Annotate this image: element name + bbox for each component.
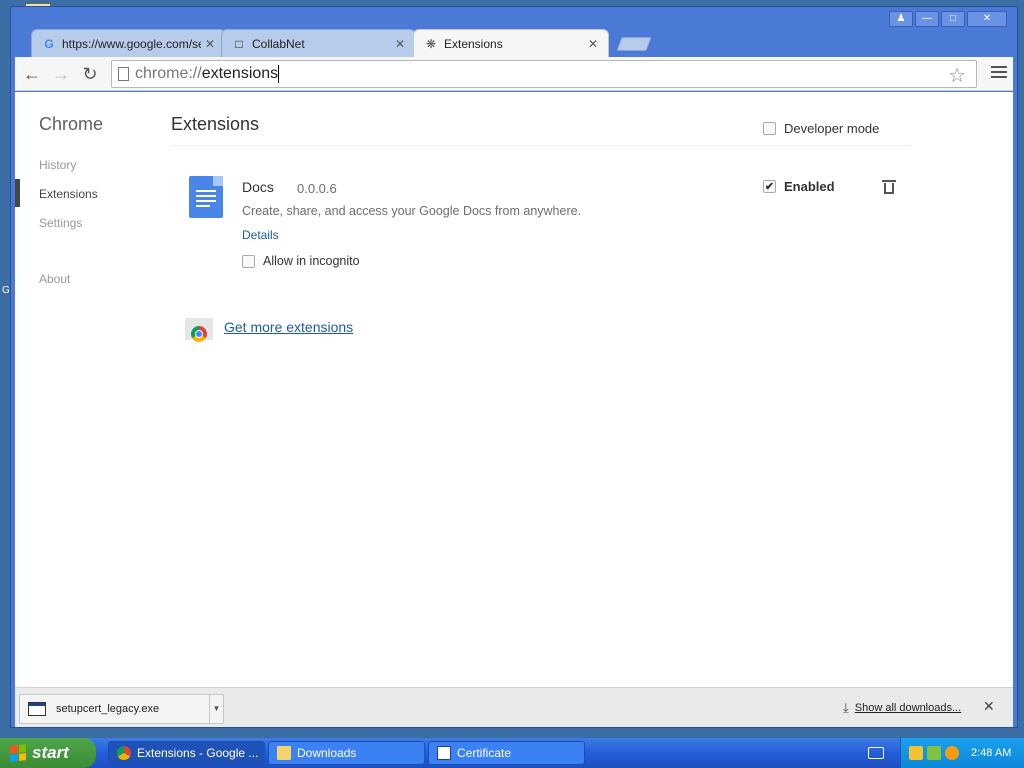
get-more-extensions-link[interactable]: Get more extensions (224, 319, 353, 335)
tab-title: Extensions (444, 36, 503, 51)
sidebar-item-extensions[interactable]: Extensions (39, 187, 98, 201)
download-shelf: setupcert_legacy.exe ▼ ⤓ Show all downlo… (15, 687, 1013, 727)
close-icon[interactable]: ✕ (983, 698, 995, 715)
sidebar-item-history[interactable]: History (39, 158, 76, 172)
extension-description: Create, share, and access your Google Do… (242, 204, 582, 218)
tab-extensions[interactable]: ❋ Extensions ✕ (413, 29, 609, 57)
chrome-window: ♟ — □ ✕ G https://www.google.com/se ✕ □ … (10, 6, 1018, 728)
taskbar-button-label: Extensions - Google ... (137, 746, 259, 760)
extensions-main: Extensions Developer mode Docs 0.0.0.6 C… (171, 92, 911, 687)
enabled-toggle[interactable]: ✔ Enabled (763, 179, 835, 194)
download-item[interactable]: setupcert_legacy.exe ▼ (19, 694, 224, 724)
window-controls: ♟ — □ ✕ (889, 11, 1007, 27)
developer-mode-toggle[interactable]: Developer mode (763, 121, 879, 136)
sidebar-item-settings[interactable]: Settings (39, 216, 82, 230)
close-button[interactable]: ✕ (967, 11, 1007, 27)
extension-details-link[interactable]: Details (242, 228, 279, 242)
new-tab-button[interactable] (616, 37, 652, 51)
allow-incognito-checkbox[interactable] (242, 254, 255, 268)
chrome-icon (117, 746, 131, 760)
download-icon: ⤓ (843, 700, 849, 715)
system-tray: 2:48 AM (900, 738, 1024, 768)
developer-mode-checkbox[interactable] (763, 122, 776, 135)
taskbar-button-label: Certificate (457, 746, 512, 760)
developer-mode-label: Developer mode (784, 121, 880, 136)
enabled-checkbox[interactable]: ✔ (763, 180, 776, 193)
sidebar: Chrome History Extensions Settings About (15, 92, 165, 687)
window-icon (437, 746, 451, 760)
page-icon (118, 67, 129, 81)
start-label: start (32, 743, 69, 762)
tab-strip: G https://www.google.com/se ✕ □ CollabNe… (21, 27, 721, 57)
user-icon[interactable]: ♟ (889, 11, 913, 27)
close-icon[interactable]: ✕ (395, 37, 405, 51)
forward-icon[interactable]: → (50, 64, 72, 86)
enabled-label: Enabled (784, 179, 835, 194)
trash-icon[interactable] (882, 179, 896, 195)
tab-title: CollabNet (252, 36, 305, 51)
taskbar-button-certificate[interactable]: Certificate (428, 741, 585, 765)
extension-item: Docs 0.0.0.6 Create, share, and access y… (185, 172, 905, 272)
web-store-icon (185, 314, 213, 342)
taskbar-button-downloads[interactable]: Downloads (268, 741, 425, 765)
taskbar: start Extensions - Google ... Downloads … (0, 738, 1024, 768)
page-content: Chrome History Extensions Settings About… (15, 92, 1013, 687)
close-icon[interactable]: ✕ (205, 37, 215, 51)
reload-icon[interactable]: ↻ (79, 64, 101, 86)
tab-title: https://www.google.com/se (62, 36, 201, 51)
taskbar-button-label: Downloads (297, 746, 357, 760)
shield-icon[interactable] (909, 746, 923, 760)
tab-collabnet[interactable]: □ CollabNet ✕ (221, 29, 416, 57)
allow-incognito-label: Allow in incognito (263, 254, 360, 268)
maximize-button[interactable]: □ (941, 11, 965, 27)
sidebar-item-about[interactable]: About (39, 272, 70, 286)
extension-version: 0.0.0.6 (297, 181, 337, 196)
taskbar-button-extensions[interactable]: Extensions - Google ... (108, 741, 265, 765)
clock: 2:48 AM (971, 747, 1012, 759)
puzzle-icon: ❋ (425, 36, 437, 51)
folder-icon (277, 746, 291, 760)
tab-google[interactable]: G https://www.google.com/se ✕ (31, 29, 226, 57)
bookmark-star-icon[interactable]: ☆ (948, 63, 966, 88)
page-icon: □ (235, 36, 243, 51)
menu-icon[interactable] (989, 63, 1009, 83)
download-filename: setupcert_legacy.exe (56, 703, 160, 715)
address-bar[interactable]: chrome://extensions ☆ (111, 60, 977, 88)
start-button[interactable]: start (0, 738, 96, 768)
show-all-downloads[interactable]: ⤓ Show all downloads... (843, 700, 961, 716)
page-title: Extensions (171, 114, 260, 134)
allow-incognito-toggle[interactable]: Allow in incognito (242, 254, 360, 268)
desktop-fragment: G (2, 285, 10, 296)
sidebar-title: Chrome (39, 114, 104, 134)
divider (171, 145, 911, 146)
exe-file-icon (28, 702, 46, 716)
search-icon[interactable] (945, 746, 959, 760)
docs-icon (189, 176, 223, 218)
sidebar-active-marker (15, 179, 20, 207)
extension-name: Docs (242, 179, 274, 195)
keyboard-icon[interactable] (868, 747, 884, 759)
windows-flag-icon (10, 744, 26, 762)
browser-toolbar: ← → ↻ chrome://extensions ☆ (15, 57, 1013, 91)
get-more-extensions: Get more extensions (185, 314, 353, 342)
chevron-down-icon[interactable]: ▼ (209, 695, 223, 723)
close-icon[interactable]: ✕ (588, 37, 598, 51)
network-icon[interactable] (927, 746, 941, 760)
google-icon: G (44, 36, 54, 51)
back-icon[interactable]: ← (21, 64, 43, 86)
minimize-button[interactable]: — (915, 11, 939, 27)
show-all-downloads-label: Show all downloads... (854, 702, 962, 714)
address-text: chrome://extensions (135, 65, 279, 82)
